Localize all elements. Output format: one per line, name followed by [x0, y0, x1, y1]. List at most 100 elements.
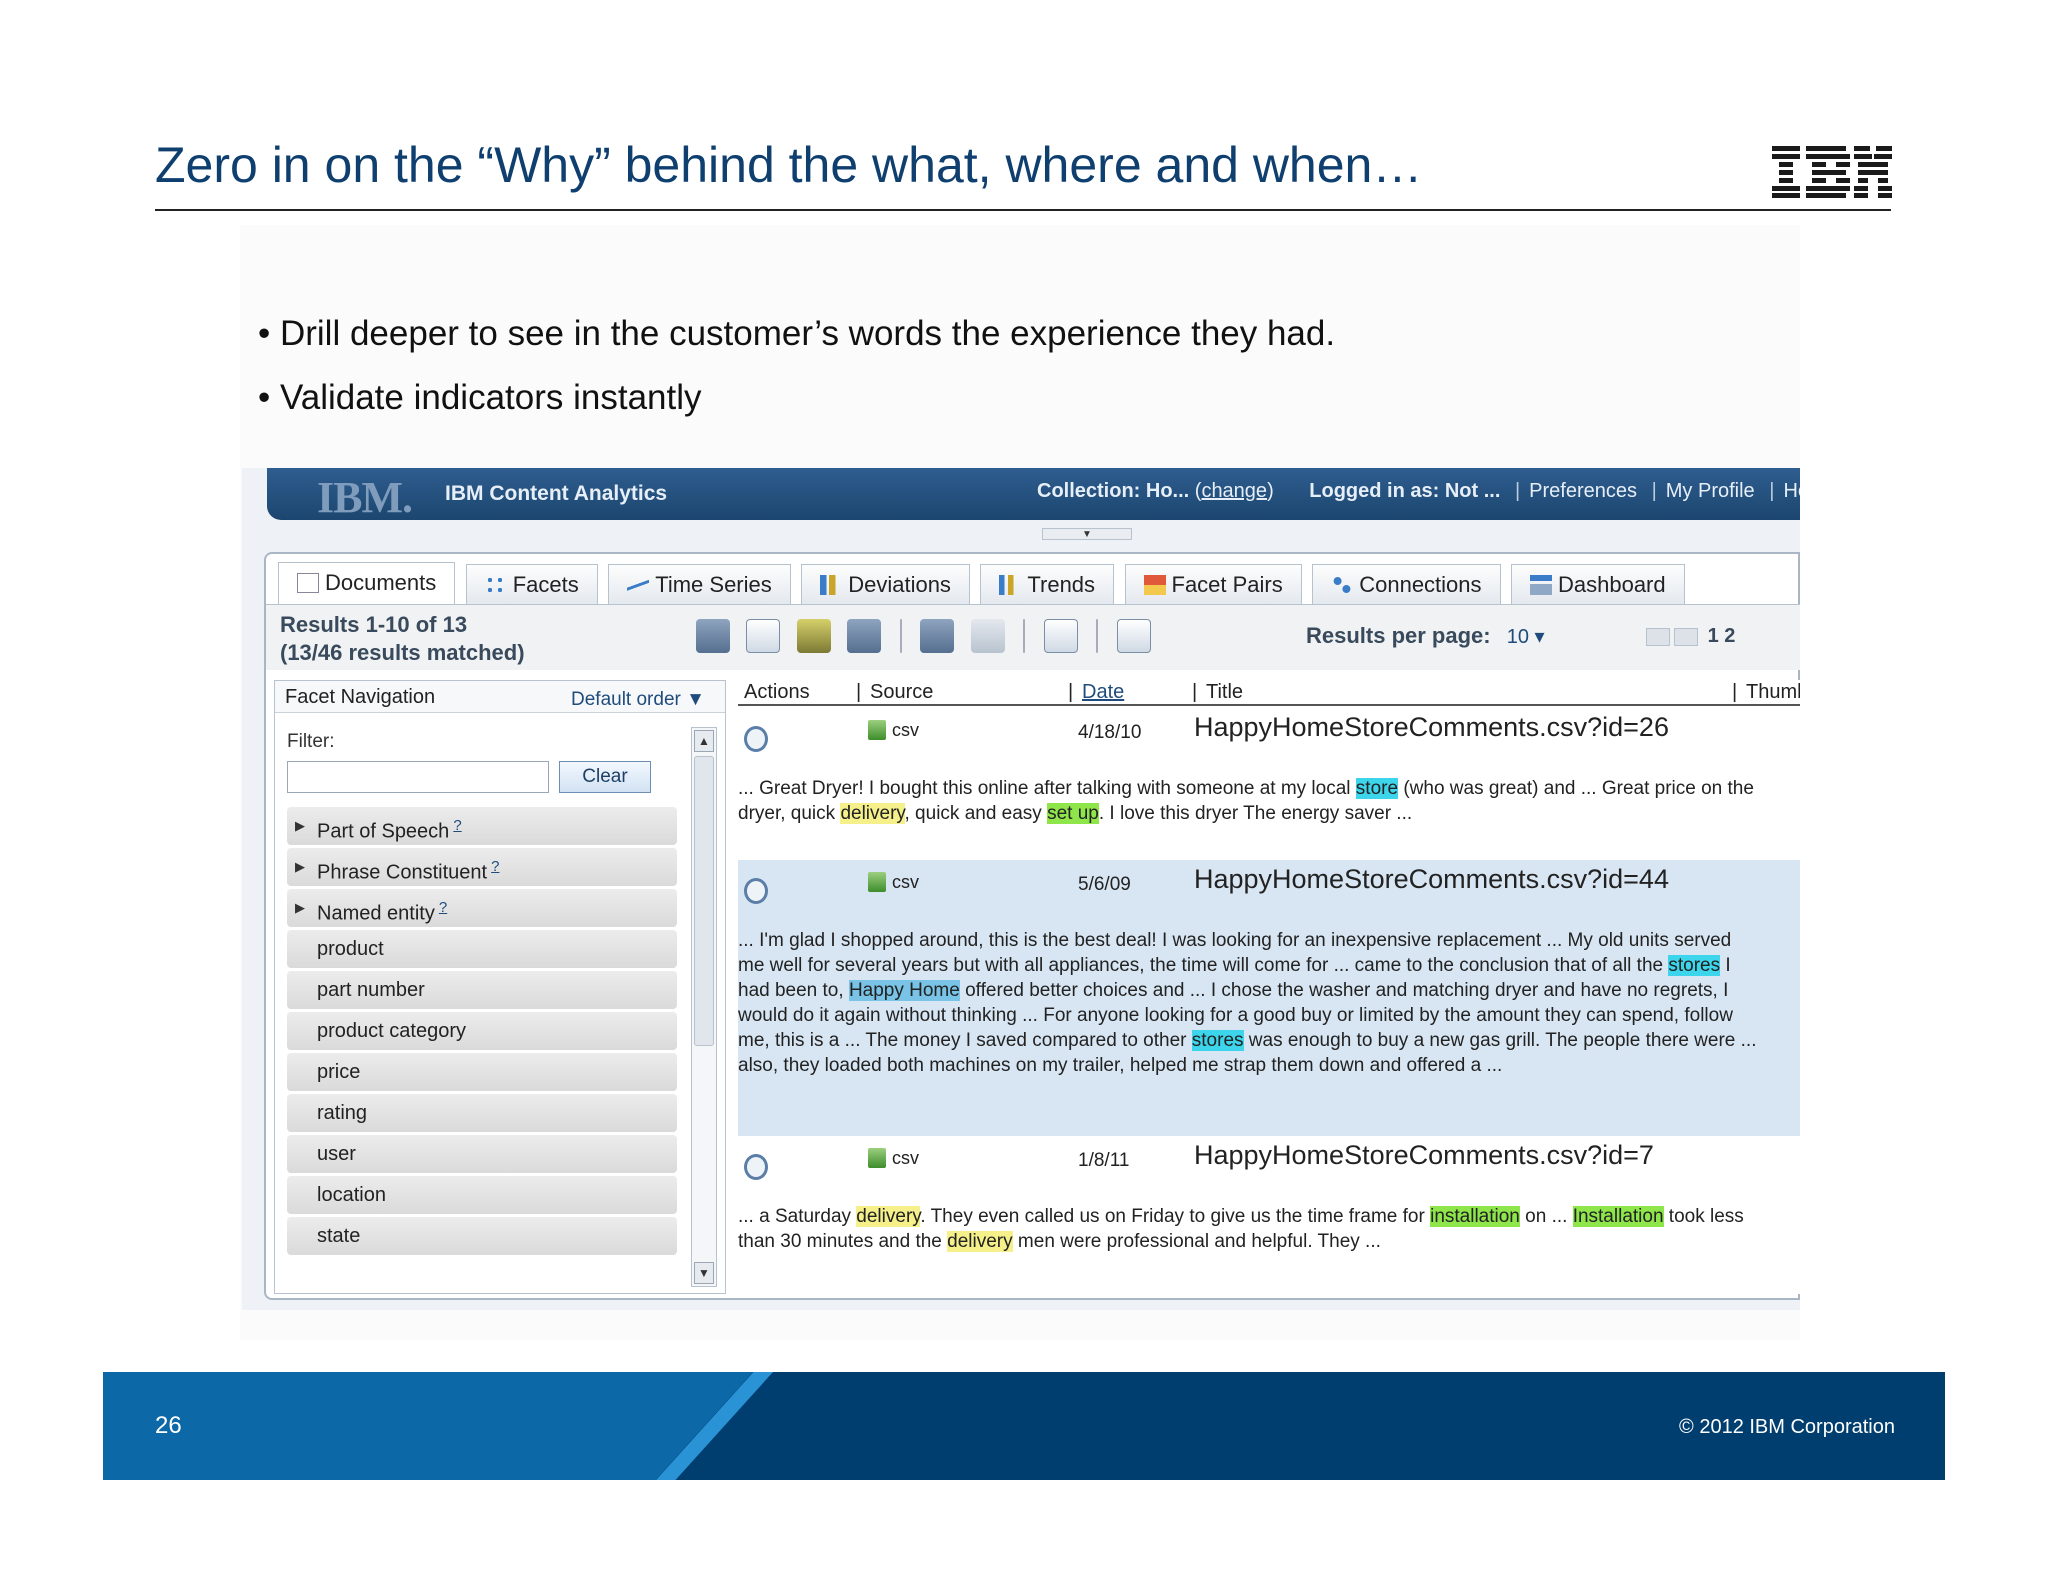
facet-location[interactable]: location [287, 1176, 677, 1214]
facet-price[interactable]: price [287, 1053, 677, 1091]
results-list: Actions | Source | Date | Title | Thumbn… [738, 680, 1800, 1294]
result-item: csv 5/6/09 HappyHomeStoreComments.csv?id… [738, 860, 1800, 1136]
col-actions: Actions [744, 681, 810, 703]
facet-rating[interactable]: rating [287, 1094, 677, 1132]
result-item: csv 4/18/10 HappyHomeStoreComments.csv?i… [738, 708, 1800, 860]
facet-named-entity[interactable]: ▶ Named entity? [287, 889, 677, 927]
help-icon[interactable]: ? [491, 858, 499, 875]
pager: 1 2 [1646, 625, 1735, 648]
tab-facets[interactable]: Facets [465, 564, 598, 604]
preview-action-icon[interactable] [744, 878, 768, 904]
facet-list: ▶ Part of Speech? ▶ Phrase Constituent? ▶ N… [287, 807, 677, 1258]
export-icon[interactable] [847, 619, 882, 653]
slide: Zero in on the “Why” behind the what, wh… [0, 0, 2048, 1582]
help-link[interactable]: He [1783, 480, 1800, 502]
tab-facet-pairs[interactable]: Facet Pairs [1124, 564, 1302, 604]
facet-state[interactable]: state [287, 1217, 677, 1255]
facet-label: Named entity [317, 902, 435, 925]
col-title[interactable]: Title [1206, 681, 1243, 704]
tab-dashboard[interactable]: Dashboard [1510, 564, 1685, 604]
highlight-term: delivery [840, 803, 905, 824]
view-icon[interactable] [746, 619, 781, 653]
tab-connections[interactable]: Connections [1312, 564, 1501, 604]
facet-part-of-speech[interactable]: ▶ Part of Speech? [287, 807, 677, 845]
results-per-page-select[interactable]: 10 ▾ [1507, 626, 1545, 648]
facet-product-category[interactable]: product category [287, 1012, 677, 1050]
toolbar: Results 1-10 of 13 (13/46 results matche… [266, 604, 1800, 670]
facet-user[interactable]: user [287, 1135, 677, 1173]
highlight-term: stores [1191, 1030, 1244, 1051]
app-screenshot: IBM. IBM Content Analytics Collection: H… [242, 468, 1800, 1310]
col-title-sep: | [1192, 681, 1198, 703]
date: 5/6/09 [1078, 874, 1131, 895]
tab-label: Documents [325, 570, 437, 595]
highlight-term: store [1355, 778, 1399, 799]
results-per-page-label: Results per page: [1306, 623, 1491, 648]
tab-deviations[interactable]: Deviations [801, 564, 970, 604]
tab-time-series[interactable]: Time Series [608, 564, 791, 604]
results-header: Actions | Source | Date | Title | Thumbn… [738, 680, 1800, 706]
snippet-text: men were professional and helpful. They … [1012, 1231, 1381, 1252]
tab-label: Deviations [848, 572, 951, 597]
change-collection-link[interactable]: change [1201, 480, 1267, 502]
result-title[interactable]: HappyHomeStoreComments.csv?id=7 [1194, 1140, 1654, 1171]
result-title[interactable]: HappyHomeStoreComments.csv?id=26 [1194, 712, 1669, 743]
results-summary: Results 1-10 of 13 (13/46 results matche… [280, 611, 525, 667]
csv-file-icon [868, 872, 886, 892]
logged-in-label: Logged in as: Not ... [1309, 480, 1501, 502]
scroll-down-icon[interactable]: ▼ [694, 1262, 714, 1284]
col-date[interactable]: Date [1082, 681, 1124, 704]
help-icon[interactable]: ? [439, 899, 447, 916]
result-snippet: ... Great Dryer! I bought this online af… [738, 776, 1758, 826]
facet-scrollbar[interactable]: ▲ ▼ [691, 727, 717, 1287]
app-logo: IBM. [317, 473, 413, 522]
scroll-thumb[interactable] [694, 756, 714, 1046]
page-numbers[interactable]: 1 2 [1708, 625, 1736, 647]
preview-action-icon[interactable] [744, 1154, 768, 1180]
filter-input[interactable] [287, 761, 549, 793]
trends-icon [999, 575, 1022, 595]
help-icon[interactable]: ? [453, 817, 461, 834]
back-icon[interactable] [920, 619, 955, 653]
source: csv [868, 720, 919, 741]
first-page-icon[interactable] [1646, 627, 1670, 646]
preview-action-icon[interactable] [744, 726, 768, 752]
dashboard-icon [1529, 575, 1552, 595]
filter-label: Filter: [287, 731, 335, 752]
result-snippet: ... a Saturday delivery. They even calle… [738, 1204, 1758, 1254]
footer: 26 © 2012 IBM Corporation [103, 1372, 1945, 1480]
col-date-sep: | [1068, 681, 1074, 703]
refresh-icon[interactable] [696, 619, 730, 653]
collapse-handle[interactable]: ▼ [1042, 528, 1132, 540]
toolbar-divider [1096, 619, 1099, 653]
app-header: IBM. IBM Content Analytics Collection: H… [267, 468, 1800, 522]
snippet-text: ... Great Dryer! I bought this online af… [738, 778, 1356, 799]
tab-label: Trends [1027, 572, 1096, 597]
tab-trends[interactable]: Trends [980, 564, 1115, 604]
scroll-up-icon[interactable]: ▲ [694, 730, 714, 752]
time-series-icon [627, 575, 650, 595]
tab-label: Facets [512, 572, 579, 597]
col-source[interactable]: Source [870, 681, 933, 704]
result-snippet: ... I'm glad I shopped around, this is t… [738, 928, 1758, 1078]
my-profile-link[interactable]: My Profile [1666, 480, 1755, 502]
facet-phrase-constituent[interactable]: ▶ Phrase Constituent? [287, 848, 677, 886]
facet-title: Facet Navigation [285, 686, 436, 708]
forward-icon[interactable] [970, 619, 1005, 653]
date: 1/8/11 [1078, 1150, 1130, 1171]
clear-button[interactable]: Clear [559, 761, 651, 793]
preferences-link[interactable]: Preferences [1529, 480, 1637, 502]
facet-part-number[interactable]: part number [287, 971, 677, 1009]
facet-order-value: Default order [571, 689, 681, 710]
tab-documents[interactable]: Documents [278, 562, 456, 604]
tab-label: Time Series [655, 572, 772, 597]
result-title[interactable]: HappyHomeStoreComments.csv?id=44 [1194, 864, 1669, 895]
add-icon[interactable] [1043, 619, 1078, 653]
app-name: IBM Content Analytics [445, 482, 668, 505]
facet-product[interactable]: product [287, 930, 677, 968]
prev-page-icon[interactable] [1674, 627, 1698, 646]
layout-icon[interactable] [1116, 619, 1151, 653]
facet-order-select[interactable]: Default order ▼ [571, 689, 705, 711]
footer-band [103, 1372, 753, 1480]
save-icon[interactable] [796, 619, 831, 653]
